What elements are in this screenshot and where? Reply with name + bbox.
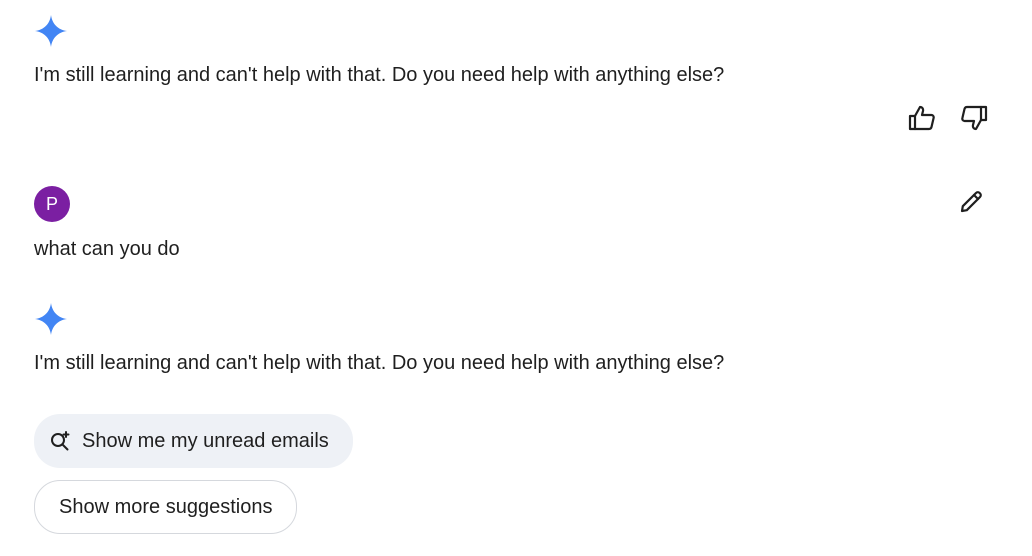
thumbs-up-button[interactable] (904, 102, 940, 138)
thumbs-down-button[interactable] (956, 102, 992, 138)
thumbs-down-icon (959, 103, 989, 138)
gemini-sparkle-icon (34, 14, 68, 48)
gemini-sparkle-icon (34, 302, 68, 336)
chat-page: I'm still learning and can't help with t… (0, 0, 1032, 556)
suggestion-chip-unread-emails[interactable]: Show me my unread emails (34, 414, 353, 468)
thumbs-up-icon (907, 103, 937, 138)
model-response-text: I'm still learning and can't help with t… (34, 64, 725, 86)
pencil-icon (957, 188, 985, 221)
suggestion-chip-label: Show me my unread emails (82, 429, 329, 452)
user-avatar: P (34, 186, 70, 222)
search-sparkle-icon (48, 429, 72, 453)
edit-prompt-button[interactable] (953, 186, 989, 222)
user-message-text: what can you do (34, 238, 180, 260)
show-more-suggestions-label: Show more suggestions (59, 495, 273, 518)
model-response-text: I'm still learning and can't help with t… (34, 352, 725, 374)
show-more-suggestions-button[interactable]: Show more suggestions (34, 480, 298, 534)
